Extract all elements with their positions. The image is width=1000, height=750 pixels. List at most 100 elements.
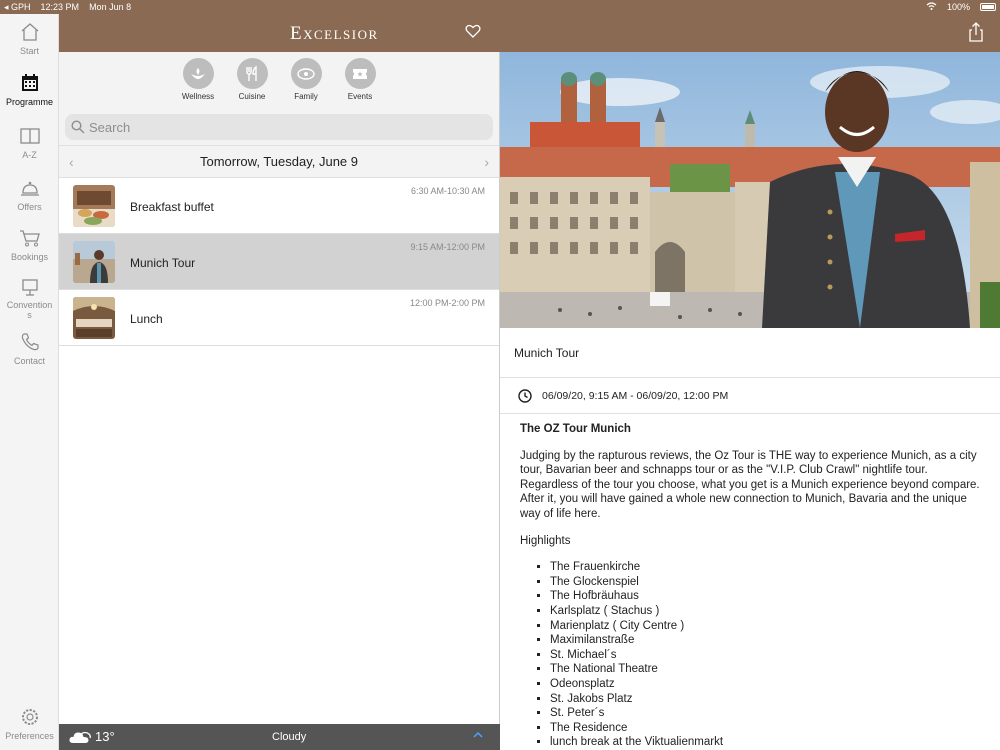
home-icon: [21, 23, 38, 41]
event-thumbnail: [73, 185, 115, 227]
calendar-icon: [21, 74, 38, 91]
sidebar: Start Programme A-Z Offers Bookings Conv…: [0, 14, 59, 750]
weather-temperature: 13°: [95, 729, 115, 744]
list-item: Marienplatz ( City Centre ): [550, 619, 980, 634]
sidebar-item-contact[interactable]: Contact: [0, 332, 59, 366]
list-item: St. Jakobs Platz: [550, 692, 980, 707]
list-item: Odeonsplatz: [550, 677, 980, 692]
event-time: 6:30 AM-10:30 AM: [410, 186, 485, 196]
category-label: Wellness: [181, 92, 215, 101]
ticket-icon: [344, 58, 376, 89]
event-row-munich-tour[interactable]: Munich Tour 9:15 AM-12:00 PM: [59, 234, 499, 290]
expand-chevron-up-icon[interactable]: [473, 730, 483, 742]
previous-day-chevron-icon[interactable]: ‹: [69, 154, 74, 170]
programme-list-panel: Wellness Cuisine Family Events ‹: [59, 52, 500, 750]
event-thumbnail: [73, 297, 115, 339]
sidebar-item-label: Offers: [17, 202, 42, 212]
battery-icon: [980, 3, 996, 11]
category-cuisine[interactable]: Cuisine: [225, 58, 279, 101]
event-name: Lunch: [130, 312, 163, 326]
app-header: Excelsior: [59, 14, 1000, 52]
sidebar-item-label: Start: [19, 46, 39, 56]
list-item: The Residence: [550, 721, 980, 736]
search-input[interactable]: [89, 119, 469, 135]
event-detail-panel: Munich Tour 06/09/20, 9:15 AM - 06/09/20…: [500, 52, 1000, 750]
sidebar-item-conventions[interactable]: Convention s: [0, 278, 59, 320]
wellness-icon: [182, 58, 214, 89]
cloud-icon: [69, 730, 91, 747]
detail-title: Munich Tour: [500, 328, 1000, 378]
category-label: Cuisine: [238, 92, 266, 101]
sidebar-item-start[interactable]: Start: [0, 22, 59, 56]
sidebar-item-label: Programme: [5, 97, 53, 107]
sidebar-item-offers[interactable]: Offers: [0, 178, 59, 212]
weather-condition: Cloudy: [272, 731, 307, 743]
sidebar-item-preferences[interactable]: Preferences: [0, 707, 59, 741]
weather-bar[interactable]: 13° Cloudy: [59, 724, 500, 750]
highlights-label: Highlights: [520, 534, 571, 547]
clock-icon: [518, 388, 532, 403]
date-navigator: ‹ Tomorrow, Tuesday, June 9 ›: [59, 146, 499, 178]
description-paragraph: Judging by the rapturous reviews, the Oz…: [520, 449, 980, 520]
sidebar-item-bookings[interactable]: Bookings: [0, 228, 59, 262]
event-name: Breakfast buffet: [130, 200, 214, 214]
search-field[interactable]: [65, 114, 493, 140]
description-heading: The OZ Tour Munich: [520, 423, 631, 435]
list-item: The National Theatre: [550, 662, 980, 677]
cart-icon: [19, 230, 40, 247]
bell-icon: [20, 181, 39, 196]
list-item: St. Peter´s: [550, 706, 980, 721]
sidebar-item-label: A-Z: [22, 150, 37, 160]
list-item: The Glockenspiel: [550, 575, 980, 590]
sidebar-item-label: Preferences: [5, 731, 54, 741]
phone-icon: [21, 333, 39, 351]
cutlery-icon: [236, 58, 268, 89]
event-time: 12:00 PM-2:00 PM: [409, 298, 485, 308]
favorite-heart-icon[interactable]: [465, 24, 481, 43]
wifi-icon: [926, 2, 937, 12]
sidebar-item-a-z[interactable]: A-Z: [0, 126, 59, 160]
detail-description: The OZ Tour Munich Judging by the raptur…: [500, 414, 1000, 750]
list-item: Maximilanstraße: [550, 633, 980, 648]
list-item: The Frauenkirche: [550, 560, 980, 575]
event-time: 9:15 AM-12:00 PM: [410, 242, 485, 252]
current-date-label: Tomorrow, Tuesday, June 9: [199, 154, 358, 169]
category-bar: Wellness Cuisine Family Events: [59, 52, 499, 106]
sidebar-item-label: Contact: [13, 356, 46, 366]
clock: 12:23 PM: [40, 2, 80, 12]
category-label: Family: [294, 92, 318, 101]
category-family[interactable]: Family: [279, 58, 333, 101]
battery-percent: 100%: [946, 2, 970, 12]
search-icon: [71, 120, 85, 134]
category-label: Events: [347, 92, 373, 101]
event-row-lunch[interactable]: Lunch 12:00 PM-2:00 PM: [59, 290, 499, 346]
category-events[interactable]: Events: [333, 58, 387, 101]
list-item: The Hofbräuhaus: [550, 589, 980, 604]
share-icon[interactable]: [967, 22, 985, 47]
event-row-breakfast[interactable]: Breakfast buffet 6:30 AM-10:30 AM: [59, 178, 499, 234]
list-item: lunch break at the Viktualienmarkt: [550, 735, 980, 750]
brand-logo: Excelsior: [290, 23, 379, 44]
search-bar: [59, 106, 499, 146]
sidebar-item-label-wrap: s: [27, 310, 32, 320]
list-item: St. Michael´s: [550, 648, 980, 663]
status-date: Mon Jun 8: [89, 2, 132, 12]
easel-icon: [21, 279, 38, 296]
detail-datetime: 06/09/20, 9:15 AM - 06/09/20, 12:00 PM: [542, 389, 729, 402]
book-icon: [19, 128, 40, 144]
sidebar-item-programme[interactable]: Programme: [0, 73, 59, 107]
category-wellness[interactable]: Wellness: [171, 58, 225, 101]
family-icon: [290, 58, 322, 89]
carrier-label: ◂ GPH: [4, 1, 31, 12]
gear-icon: [21, 709, 38, 725]
status-bar: ◂ GPH 12:23 PM Mon Jun 8 100%: [0, 0, 1000, 14]
list-item: Karlsplatz ( Stachus ): [550, 604, 980, 619]
sidebar-item-label: Convention: [6, 300, 53, 310]
next-day-chevron-icon[interactable]: ›: [484, 154, 489, 170]
sidebar-item-label: Bookings: [10, 252, 49, 262]
hero-image: [500, 52, 1000, 328]
event-thumbnail: [73, 241, 115, 283]
highlights-list: The Frauenkirche The Glockenspiel The Ho…: [520, 560, 980, 750]
detail-datetime-row: 06/09/20, 9:15 AM - 06/09/20, 12:00 PM: [500, 378, 1000, 414]
event-name: Munich Tour: [130, 256, 196, 270]
